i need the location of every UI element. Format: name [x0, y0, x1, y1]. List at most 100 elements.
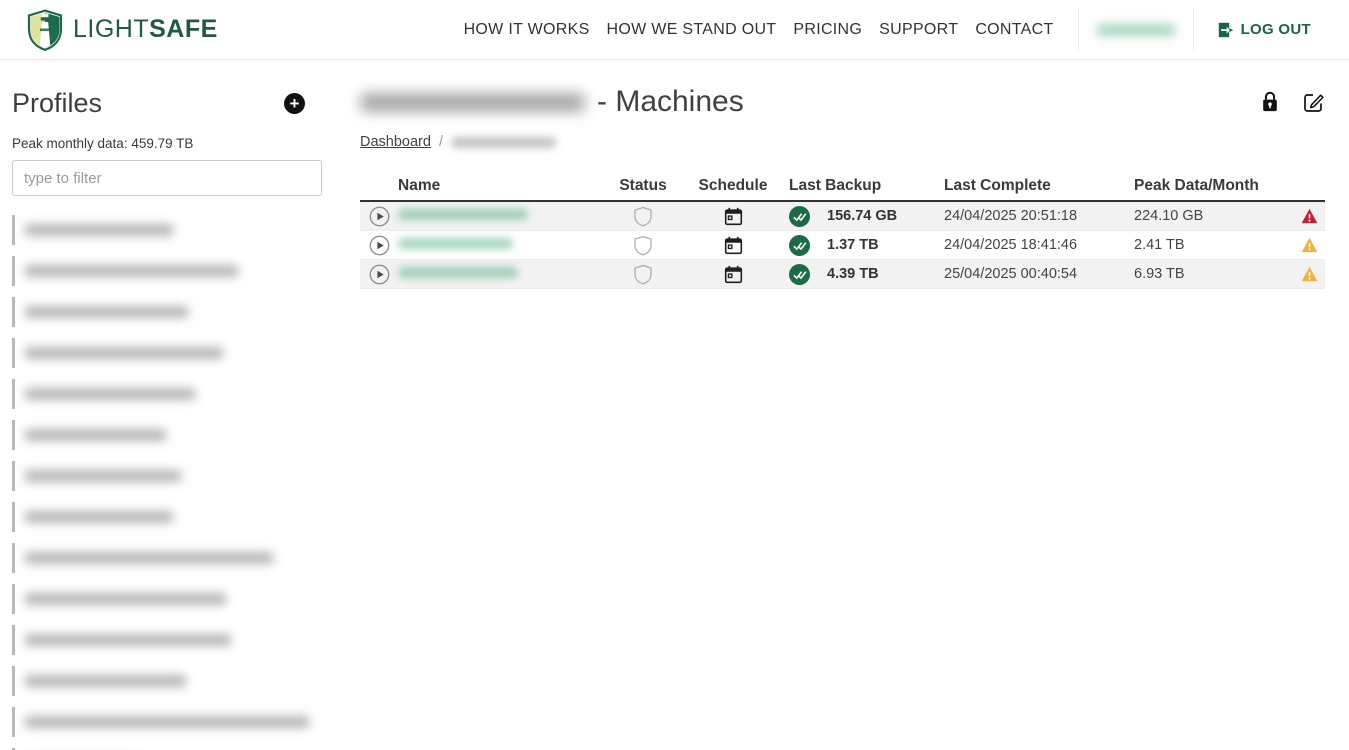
lock-icon	[1261, 91, 1279, 113]
profile-list-item[interactable]	[12, 420, 333, 450]
last-backup-cell: 156.74 GB	[778, 206, 944, 227]
machine-name-cell[interactable]	[398, 266, 598, 282]
shield-status-icon	[634, 264, 652, 285]
run-backup-button[interactable]	[369, 264, 390, 285]
last-backup-value: 156.74 GB	[827, 208, 897, 224]
column-header-last-backup: Last Backup	[778, 177, 944, 195]
profiles-list	[12, 215, 333, 750]
redacted-profile-title	[360, 93, 585, 112]
profile-list-item[interactable]	[12, 666, 333, 696]
machines-table: Name Status Schedule Last Backup Last Co…	[360, 171, 1325, 289]
run-backup-button[interactable]	[369, 206, 390, 227]
redacted-profile-name	[24, 224, 174, 236]
profile-list-item[interactable]	[12, 461, 333, 491]
redacted-machine-name	[398, 267, 518, 278]
status-cell	[598, 235, 688, 256]
peak-monthly-data-label: Peak monthly data: 459.79 TB	[12, 136, 333, 151]
last-backup-cell: 4.39 TB	[778, 264, 944, 285]
schedule-cell[interactable]	[688, 236, 778, 255]
shield-status-icon	[634, 235, 652, 256]
nav-link-how-it-works[interactable]: HOW IT WORKS	[464, 21, 590, 39]
lock-button[interactable]	[1261, 91, 1279, 113]
add-profile-button[interactable]: +	[284, 93, 305, 114]
calendar-icon	[724, 265, 743, 284]
redacted-profile-name	[24, 306, 189, 318]
warning-critical-icon	[1301, 208, 1318, 224]
nav-link-contact[interactable]: CONTACT	[975, 21, 1053, 39]
nav-link-support[interactable]: SUPPORT	[879, 21, 958, 39]
breadcrumb: Dashboard /	[360, 134, 1325, 150]
profile-list-item[interactable]	[12, 584, 333, 614]
calendar-icon	[724, 236, 743, 255]
schedule-cell[interactable]	[688, 265, 778, 284]
nav-link-how-we-stand-out[interactable]: HOW WE STAND OUT	[607, 21, 777, 39]
page-title: - Machines	[360, 85, 744, 119]
profile-filter-input[interactable]	[12, 160, 322, 196]
machine-name-cell[interactable]	[398, 237, 598, 253]
logout-button[interactable]: LOG OUT	[1218, 21, 1311, 38]
redacted-breadcrumb-current	[451, 137, 556, 148]
profile-list-item[interactable]	[12, 215, 333, 245]
edit-button[interactable]	[1302, 91, 1325, 114]
play-icon	[369, 206, 390, 227]
nav-divider	[1193, 8, 1194, 52]
brand-logo[interactable]: LIGHTSAFE	[27, 9, 218, 51]
redacted-profile-name	[24, 593, 227, 605]
profile-list-item[interactable]	[12, 338, 333, 368]
shield-status-icon	[634, 206, 652, 227]
backup-success-badge-icon	[789, 264, 810, 285]
nav-username[interactable]	[1079, 0, 1193, 60]
profile-list-item[interactable]	[12, 256, 333, 286]
profile-list-item[interactable]	[12, 625, 333, 655]
last-complete-value: 24/04/2025 20:51:18	[944, 208, 1134, 224]
profile-list-item[interactable]	[12, 379, 333, 409]
redacted-profile-name	[24, 552, 274, 564]
warning-cell[interactable]	[1294, 266, 1325, 282]
run-backup-button[interactable]	[369, 235, 390, 256]
peak-data-month-value: 6.93 TB	[1134, 266, 1294, 282]
edit-icon	[1302, 91, 1325, 114]
redacted-profile-name	[24, 511, 174, 523]
column-header-status: Status	[598, 177, 688, 195]
redacted-profile-name	[24, 347, 224, 359]
page-title-suffix: - Machines	[597, 85, 744, 119]
redacted-profile-name	[24, 675, 187, 687]
warning-cell[interactable]	[1294, 208, 1325, 224]
peak-data-month-value: 2.41 TB	[1134, 237, 1294, 253]
schedule-cell[interactable]	[688, 207, 778, 226]
nav-link-pricing[interactable]: PRICING	[793, 21, 862, 39]
warning-icon	[1301, 237, 1318, 253]
redacted-profile-name	[24, 716, 310, 728]
status-cell	[598, 264, 688, 285]
nav-links: HOW IT WORKS HOW WE STAND OUT PRICING SUPPO…	[464, 21, 1054, 39]
profile-list-item[interactable]	[12, 707, 333, 737]
last-backup-cell: 1.37 TB	[778, 235, 944, 256]
warning-cell[interactable]	[1294, 237, 1325, 253]
last-complete-value: 25/04/2025 00:40:54	[944, 266, 1134, 282]
backup-success-badge-icon	[789, 235, 810, 256]
profiles-sidebar: Profiles + Peak monthly data: 459.79 TB	[0, 60, 345, 750]
calendar-icon	[724, 207, 743, 226]
profile-list-item[interactable]	[12, 543, 333, 573]
nav-right-section: LOG OUT	[1078, 0, 1311, 60]
last-backup-value: 4.39 TB	[827, 266, 879, 282]
last-backup-value: 1.37 TB	[827, 237, 879, 253]
play-icon	[369, 235, 390, 256]
profile-list-item[interactable]	[12, 297, 333, 327]
status-cell	[598, 206, 688, 227]
machine-table-row: 4.39 TB 25/04/2025 00:40:546.93 TB	[360, 260, 1325, 289]
breadcrumb-separator: /	[439, 134, 443, 150]
sidebar-title: Profiles	[12, 88, 102, 119]
logo-shield-icon	[27, 9, 63, 51]
column-header-peak-data: Peak Data/Month	[1134, 177, 1294, 195]
machine-name-cell[interactable]	[398, 208, 598, 224]
profile-list-item[interactable]	[12, 502, 333, 532]
last-complete-value: 24/04/2025 18:41:46	[944, 237, 1134, 253]
redacted-machine-name	[398, 209, 528, 220]
redacted-profile-name	[24, 429, 167, 441]
breadcrumb-dashboard-link[interactable]: Dashboard	[360, 134, 431, 150]
top-navigation-bar: LIGHTSAFE HOW IT WORKS HOW WE STAND OUT PR…	[0, 0, 1349, 60]
redacted-profile-name	[24, 470, 182, 482]
logout-icon	[1218, 22, 1234, 38]
table-body: 156.74 GB24/04/2025 20:51:18224.10 GB1.3…	[360, 202, 1325, 289]
